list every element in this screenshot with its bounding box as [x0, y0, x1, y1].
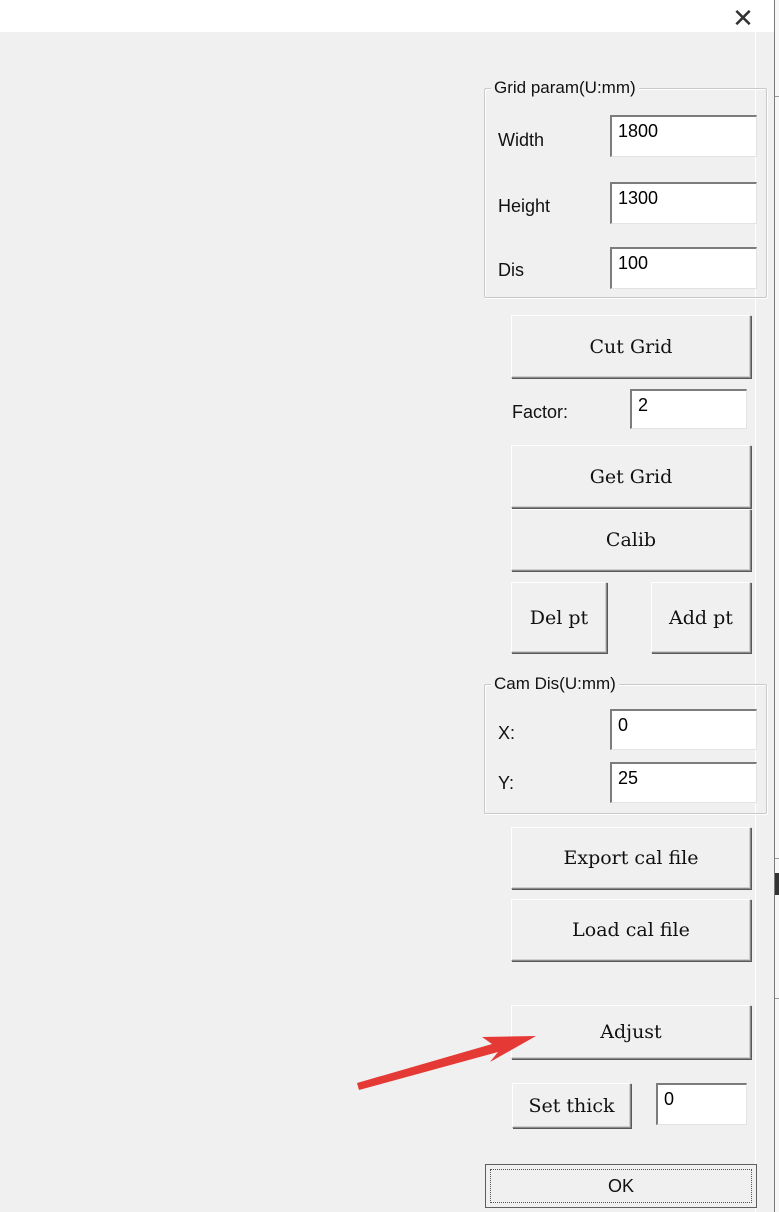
y-label: Y:	[498, 773, 515, 793]
width-field[interactable]	[610, 115, 757, 157]
dis-field[interactable]	[610, 247, 757, 289]
cam-y-input[interactable]	[618, 766, 756, 790]
cut-grid-button[interactable]: Cut Grid	[511, 315, 751, 378]
thick-field[interactable]	[656, 1083, 747, 1125]
grid-param-title: Grid param(U:mm)	[491, 77, 639, 99]
title-bar: ✕	[0, 0, 779, 32]
load-cal-file-button[interactable]: Load cal file	[511, 899, 751, 961]
edge-tick	[775, 998, 779, 999]
height-label: Height	[498, 196, 551, 216]
height-field[interactable]	[610, 182, 757, 224]
edge-glyph	[775, 873, 779, 895]
thick-input[interactable]	[664, 1087, 746, 1111]
factor-field[interactable]	[630, 389, 747, 429]
dis-input[interactable]	[618, 251, 756, 275]
width-input[interactable]	[618, 119, 756, 143]
close-icon[interactable]: ✕	[727, 6, 759, 32]
cam-x-field[interactable]	[610, 709, 757, 750]
height-input[interactable]	[618, 186, 756, 210]
get-grid-button[interactable]: Get Grid	[511, 445, 751, 508]
add-pt-button[interactable]: Add pt	[651, 582, 751, 653]
calib-button[interactable]: Calib	[511, 509, 751, 571]
dis-label: Dis	[498, 260, 524, 280]
edge-tick	[775, 858, 779, 859]
cam-y-field[interactable]	[610, 762, 757, 803]
x-label: X:	[498, 723, 516, 743]
set-thick-button[interactable]: Set thick	[512, 1083, 631, 1128]
edge-tick	[775, 96, 779, 97]
export-cal-file-button[interactable]: Export cal file	[511, 827, 751, 889]
focus-rect	[490, 1169, 752, 1203]
cam-dis-title: Cam Dis(U:mm)	[491, 673, 619, 695]
factor-label: Factor:	[512, 402, 569, 422]
adjust-button[interactable]: Adjust	[511, 1005, 751, 1059]
adjacent-window-edge	[775, 0, 779, 1212]
factor-input[interactable]	[638, 393, 746, 417]
cam-x-input[interactable]	[618, 713, 756, 737]
del-pt-button[interactable]: Del pt	[511, 582, 607, 653]
window-border-line	[774, 0, 775, 1212]
arrow-shape	[357, 1036, 536, 1090]
ok-button[interactable]: OK	[485, 1164, 757, 1208]
width-label: Width	[498, 130, 545, 150]
